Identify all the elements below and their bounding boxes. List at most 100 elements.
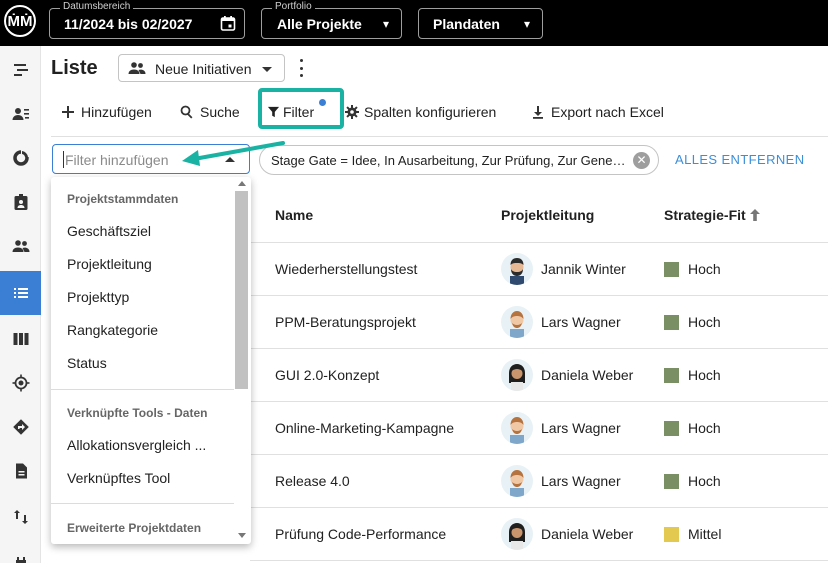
annotation-arrow (182, 141, 285, 166)
strategy-fit-value: Hoch (688, 473, 721, 489)
project-name[interactable]: Wiederherstellungstest (275, 261, 417, 277)
search-button-label: Suche (200, 104, 240, 120)
app-logo[interactable]: ṀṀ (4, 5, 36, 37)
chevron-down-icon: ▾ (382, 17, 389, 31)
strategy-fit-value: Mittel (688, 526, 722, 542)
gantt-icon (13, 64, 28, 76)
filter-icon (267, 106, 280, 118)
add-button[interactable]: Hinzufügen (61, 102, 152, 122)
project-name[interactable]: Prüfung Code-Performance (275, 526, 446, 542)
sidebar-item-swap[interactable] (0, 495, 41, 539)
plandata-value: Plandaten (433, 16, 500, 32)
sidebar-item-people[interactable] (0, 224, 41, 268)
target-icon (12, 374, 29, 392)
date-range-value: 11/2024 bis 02/2027 (64, 16, 193, 32)
table-header: Name Projektleitung Strategie-Fit (250, 187, 828, 243)
portfolio-label: Portfolio (272, 1, 315, 13)
caret-down-icon (262, 67, 272, 72)
dropdown-item[interactable]: Status (67, 355, 107, 371)
badge-icon (14, 194, 27, 210)
sidebar-item-list[interactable] (0, 271, 41, 315)
avatar (501, 359, 533, 391)
filter-button[interactable]: Filter (267, 102, 314, 122)
strategy-fit-swatch (664, 421, 679, 436)
dropdown-divider (51, 503, 234, 504)
sidebar-item-more[interactable] (0, 539, 41, 563)
strategy-fit-value: Hoch (688, 261, 721, 277)
dropdown-item[interactable]: Verknüpftes Tool (67, 470, 170, 486)
search-button[interactable]: Suche (180, 102, 240, 122)
directions-icon (12, 419, 29, 435)
dropdown-item[interactable]: Allokationsvergleich ... (67, 437, 206, 453)
dropdown-group-title: Projektstammdaten (67, 192, 179, 206)
sidebar-item-target[interactable] (0, 361, 41, 405)
view-select[interactable]: Neue Initiativen (118, 54, 285, 82)
filter-add-placeholder: Filter hinzufügen (65, 152, 169, 168)
date-range-picker[interactable]: Datumsbereich 11/2024 bis 02/2027 (49, 1, 245, 39)
portfolio-select[interactable]: Portfolio Alle Projekte ▾ (261, 1, 402, 39)
export-excel-label: Export nach Excel (551, 104, 664, 120)
close-icon[interactable]: ✕ (633, 152, 650, 169)
scroll-up-icon[interactable] (238, 181, 246, 186)
avatar (501, 253, 533, 285)
table-row[interactable]: Online-Marketing-Kampagne Lars Wagner Hoch (250, 402, 828, 455)
date-range-label: Datumsbereich (60, 1, 134, 13)
download-icon (533, 106, 543, 119)
remove-all-filters-button[interactable]: ALLES ENTFERNEN (675, 152, 805, 167)
portfolio-value: Alle Projekte (277, 16, 362, 32)
toolbar-divider (51, 136, 828, 137)
sidebar-item-persons[interactable] (0, 92, 41, 136)
people-icon (128, 62, 146, 74)
dropdown-item[interactable]: Projekttyp (67, 289, 129, 305)
page-title: Liste (51, 57, 98, 79)
person-list-icon (12, 108, 29, 120)
table-row[interactable]: PPM-Beratungsprojekt Lars Wagner Hoch (250, 296, 828, 349)
column-header-strategy-fit[interactable]: Strategie-Fit (664, 207, 746, 223)
table-row[interactable]: GUI 2.0-Konzept Daniela Weber Hoch (250, 349, 828, 402)
add-button-label: Hinzufügen (81, 104, 152, 120)
column-header-name[interactable]: Name (275, 207, 313, 223)
configure-columns-button[interactable]: Spalten konfigurieren (345, 102, 496, 122)
text-cursor (63, 151, 64, 168)
strategy-fit-swatch (664, 262, 679, 277)
calendar-icon[interactable] (220, 15, 236, 31)
strategy-fit-value: Hoch (688, 367, 721, 383)
sidebar-item-gantt[interactable] (0, 48, 41, 92)
dropdown-group-title: Erweiterte Projektdaten (67, 521, 202, 535)
active-filter-chip[interactable]: Stage Gate = Idee, In Ausarbeitung, Zur … (259, 145, 659, 175)
strategy-fit-swatch (664, 527, 679, 542)
dropdown-item[interactable]: Rangkategorie (67, 322, 158, 338)
dropdown-scrollbar[interactable] (235, 191, 248, 389)
top-bar: ṀṀ Datumsbereich 11/2024 bis 02/2027 Por… (0, 0, 828, 46)
plandata-select[interactable]: Plandaten ▾ (418, 8, 543, 39)
avatar (501, 412, 533, 444)
table-row[interactable]: Prüfung Code-Performance Daniela Weber Mit… (250, 508, 828, 561)
filter-active-badge (319, 99, 326, 106)
project-lead: Lars Wagner (541, 473, 621, 489)
accessibility-icon (15, 557, 26, 563)
avatar (501, 518, 533, 550)
sidebar-item-board[interactable] (0, 317, 41, 361)
project-name[interactable]: Release 4.0 (275, 473, 350, 489)
sidebar-item-document[interactable] (0, 449, 41, 493)
app-window: ṀṀ Datumsbereich 11/2024 bis 02/2027 Por… (0, 0, 828, 563)
sidebar-item-directions[interactable] (0, 405, 41, 449)
column-header-lead[interactable]: Projektleitung (501, 207, 594, 223)
plus-icon (62, 106, 74, 118)
more-options-button[interactable] (297, 59, 305, 77)
table-row[interactable]: Release 4.0 Lars Wagner Hoch (250, 455, 828, 508)
project-lead: Lars Wagner (541, 420, 621, 436)
project-name[interactable]: PPM-Beratungsprojekt (275, 314, 416, 330)
dropdown-item[interactable]: Projektleitung (67, 256, 152, 272)
sort-ascending-icon[interactable] (749, 208, 761, 222)
sidebar-item-badge[interactable] (0, 180, 41, 224)
sidebar-item-portfolio[interactable] (0, 136, 41, 180)
project-name[interactable]: Online-Marketing-Kampagne (275, 420, 454, 436)
export-excel-button[interactable]: Export nach Excel (531, 102, 664, 122)
strategy-fit-value: Hoch (688, 314, 721, 330)
dropdown-item[interactable]: Geschäftsziel (67, 223, 151, 239)
strategy-fit-swatch (664, 474, 679, 489)
project-name[interactable]: GUI 2.0-Konzept (275, 367, 379, 383)
table-row[interactable]: Wiederherstellungstest Jannik Winter Hoch (250, 243, 828, 296)
scroll-down-icon[interactable] (238, 533, 246, 538)
